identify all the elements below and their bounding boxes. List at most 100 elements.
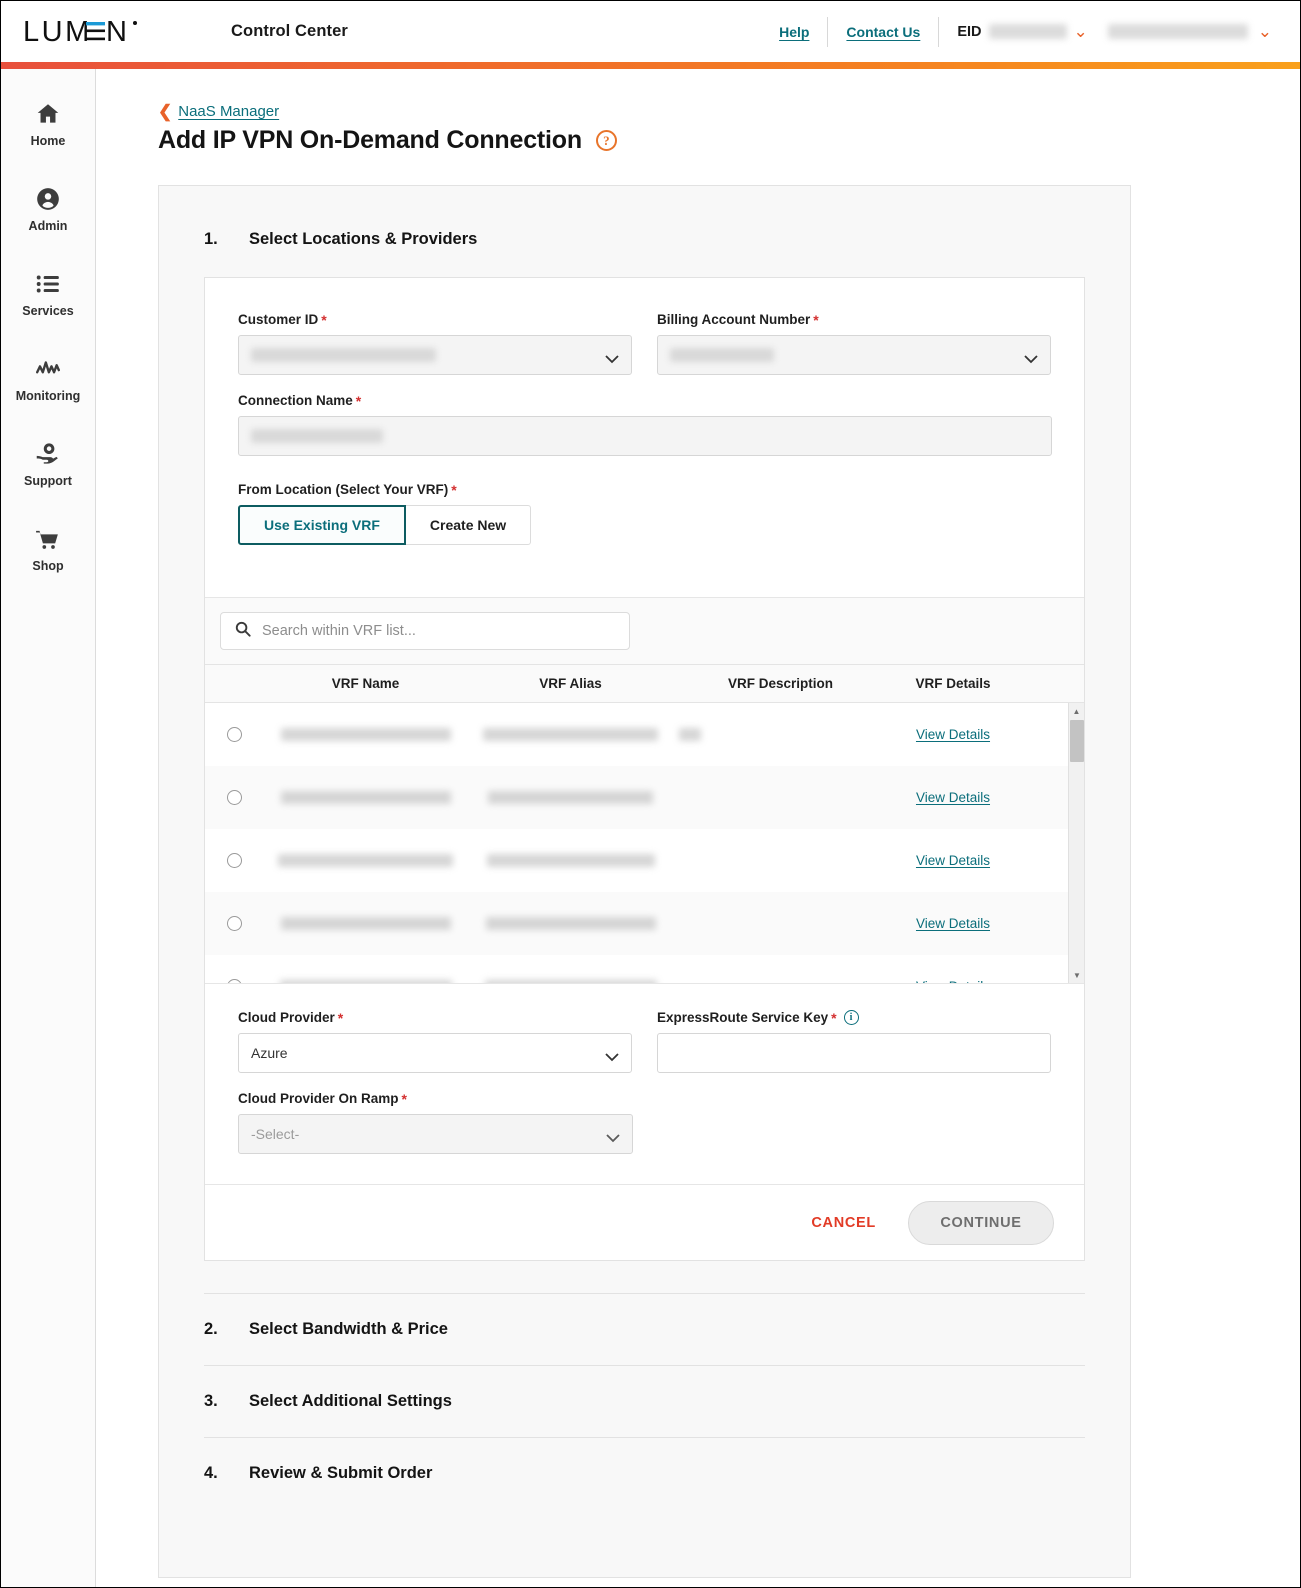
vrf-select-radio[interactable] (226, 853, 242, 868)
vrf-name-cell (263, 980, 468, 983)
breadcrumb-naas-manager-link[interactable]: NaaS Manager (178, 103, 279, 120)
continue-button[interactable]: CONTINUE (908, 1200, 1054, 1245)
vrf-table-header: VRF Name VRF Alias VRF Description VRF D… (205, 664, 1084, 703)
chevron-down-icon (605, 1049, 619, 1061)
vrf-alias-cell (468, 854, 673, 867)
account-selector[interactable]: ⌄ (1098, 23, 1286, 40)
sidebar-item-services[interactable]: Services (1, 257, 95, 342)
connection-name-field: Connection Name * (238, 393, 1052, 456)
vrf-select-radio[interactable] (226, 916, 242, 931)
vrf-col-select (205, 676, 263, 691)
lumen-logo[interactable]: LUM N (23, 15, 173, 49)
vrf-row-radio-cell (205, 853, 263, 868)
express-route-key-label-text: ExpressRoute Service Key (657, 1010, 829, 1025)
step-3-title: Select Additional Settings (249, 1392, 452, 1410)
table-row[interactable]: View Details (205, 955, 1084, 983)
scroll-up-arrow-icon[interactable]: ▲ (1069, 703, 1084, 719)
chevron-down-icon (606, 1130, 620, 1142)
required-marker: * (401, 1090, 407, 1107)
sidebar-item-home[interactable]: Home (1, 87, 95, 172)
cloud-on-ramp-field: Cloud Provider On Ramp * -Select- (238, 1091, 633, 1154)
info-icon[interactable]: i (843, 1010, 859, 1025)
cloud-on-ramp-label: Cloud Provider On Ramp * (238, 1091, 633, 1106)
view-details-link[interactable]: View Details (916, 916, 990, 931)
table-row[interactable]: View Details (205, 829, 1084, 892)
cloud-on-ramp-value: -Select- (251, 1126, 300, 1142)
billing-account-field: Billing Account Number * (657, 312, 1051, 375)
billing-account-label-text: Billing Account Number (657, 312, 811, 327)
vrf-select-radio[interactable] (226, 979, 242, 983)
left-sidebar-nav: Home Admin Services Monitoring Support S… (1, 69, 96, 1587)
vrf-select-radio[interactable] (226, 727, 242, 742)
sidebar-item-shop[interactable]: Shop (1, 512, 95, 597)
billing-account-value-redacted (670, 348, 774, 362)
vrf-mode-toggle-group: Use Existing VRF Create New (238, 505, 1051, 545)
cloud-on-ramp-label-text: Cloud Provider On Ramp (238, 1091, 399, 1106)
support-hand-icon (35, 441, 61, 467)
chevron-down-icon: ⌄ (1073, 22, 1088, 41)
vrf-name-redacted (280, 728, 451, 741)
step-3-header[interactable]: 3. Select Additional Settings (204, 1365, 1085, 1437)
toggle-create-new-vrf[interactable]: Create New (404, 505, 532, 545)
sidebar-item-support[interactable]: Support (1, 427, 95, 512)
sidebar-item-admin[interactable]: Admin (1, 172, 95, 257)
view-details-link[interactable]: View Details (916, 790, 990, 805)
vrf-name-redacted (279, 980, 452, 983)
vrf-description-cell (673, 728, 888, 741)
vrf-name-redacted (278, 854, 453, 867)
connection-name-input[interactable] (238, 416, 1052, 456)
table-row[interactable]: View Details (205, 892, 1084, 955)
express-route-key-input[interactable] (657, 1033, 1051, 1073)
cloud-on-ramp-select[interactable]: -Select- (238, 1114, 633, 1154)
vrf-details-cell: View Details (888, 916, 1018, 931)
view-details-link[interactable]: View Details (916, 853, 990, 868)
chevron-left-icon: ❮ (158, 102, 173, 121)
top-header-bar: LUM N Control Center Help Contact Us EID… (1, 1, 1300, 62)
help-link[interactable]: Help (761, 24, 827, 40)
cloud-provider-form: Cloud Provider * Azure ExpressRoute Serv… (205, 984, 1084, 1184)
from-location-label-text: From Location (Select Your VRF) (238, 482, 449, 497)
billing-account-select[interactable] (657, 335, 1051, 375)
cart-icon (35, 526, 61, 552)
vrf-col-alias: VRF Alias (539, 676, 602, 691)
view-details-link[interactable]: View Details (916, 979, 990, 983)
row-cloud-express: Cloud Provider * Azure ExpressRoute Serv… (238, 1010, 1051, 1073)
vrf-search-placeholder: Search within VRF list... (262, 623, 416, 639)
sidebar-item-monitoring[interactable]: Monitoring (1, 342, 95, 427)
step-1-actions: CANCEL CONTINUE (205, 1184, 1084, 1260)
cloud-provider-field: Cloud Provider * Azure (238, 1010, 632, 1073)
step-4-number: 4. (204, 1464, 218, 1482)
vrf-search-input[interactable]: Search within VRF list... (220, 612, 630, 650)
step-3-number: 3. (204, 1392, 218, 1410)
table-row[interactable]: View Details (205, 766, 1084, 829)
customer-id-value-redacted (251, 348, 436, 362)
required-marker: * (813, 311, 819, 328)
vrf-select-radio[interactable] (226, 790, 242, 805)
connection-name-label: Connection Name * (238, 393, 1052, 408)
vrf-name-redacted (280, 917, 451, 930)
main-content: ❮ NaaS Manager Add IP VPN On-Demand Conn… (96, 69, 1300, 1587)
wizard-bottom-spacer (204, 1509, 1085, 1577)
vrf-name-cell (263, 728, 468, 741)
cloud-provider-select[interactable]: Azure (238, 1033, 632, 1073)
svg-text:N: N (106, 16, 129, 48)
table-row[interactable]: View Details (205, 703, 1084, 766)
view-details-link[interactable]: View Details (916, 727, 990, 742)
breadcrumb[interactable]: ❮ NaaS Manager (158, 103, 1300, 120)
vrf-alias-redacted (485, 917, 656, 930)
cancel-button[interactable]: CANCEL (805, 1214, 882, 1232)
scrollbar-thumb[interactable] (1070, 720, 1084, 762)
contact-us-link[interactable]: Contact Us (828, 24, 938, 40)
account-value-redacted (1107, 24, 1248, 39)
customer-id-select[interactable] (238, 335, 632, 375)
toggle-use-existing-vrf[interactable]: Use Existing VRF (238, 505, 406, 545)
vrf-details-cell: View Details (888, 979, 1018, 983)
vrf-table-scrollbar[interactable]: ▲ ▼ (1068, 703, 1084, 983)
step-2-header[interactable]: 2. Select Bandwidth & Price (204, 1293, 1085, 1365)
express-route-key-label: ExpressRoute Service Key * i (657, 1010, 1051, 1025)
scroll-down-arrow-icon[interactable]: ▼ (1069, 967, 1084, 983)
chevron-down-icon (1024, 351, 1038, 363)
step-4-header[interactable]: 4. Review & Submit Order (204, 1437, 1085, 1509)
help-question-icon[interactable]: ? (595, 130, 617, 151)
eid-selector[interactable]: EID ⌄ (939, 23, 1097, 40)
